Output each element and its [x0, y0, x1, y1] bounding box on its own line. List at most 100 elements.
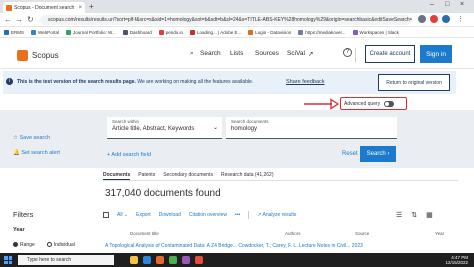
bookmark-item[interactable]: Dashboard [122, 29, 152, 35]
taskbar-apps [130, 256, 203, 264]
back-icon[interactable]: ← [4, 15, 12, 24]
all-dropdown[interactable]: All ⌄ [117, 212, 128, 218]
advanced-query-label: Advanced query [344, 100, 381, 107]
bookmark-item[interactable]: https://mediakover... [298, 29, 346, 35]
tab-patents[interactable]: Patents [138, 172, 155, 180]
column-year[interactable]: Year [435, 231, 444, 236]
bookmark-icon [4, 29, 9, 35]
bookmark-icon [158, 29, 164, 35]
search-documents-label: Search documents [231, 119, 269, 124]
bookmark-icon [248, 29, 254, 35]
search-button[interactable]: Search › [360, 146, 396, 162]
url-field[interactable]: scopus.com/results/results.uri?sort=plf-… [40, 15, 412, 25]
address-bar: ← → ↻ scopus.com/results/results.uri?sor… [0, 13, 474, 27]
profile-avatar-icon[interactable] [442, 15, 450, 23]
search-icon[interactable]: ⌕ [190, 50, 194, 58]
nav-sources[interactable]: Sources [255, 50, 279, 57]
result-row[interactable]: A Topological Analysis of Contaminated D… [105, 243, 460, 251]
download-button[interactable]: Download [159, 212, 181, 218]
bookmark-item[interactable]: Journal Portfolio: W... [65, 29, 116, 35]
tab-research-data[interactable]: Research data (41,262) [221, 172, 274, 180]
search-form: ☆ Save search 🔔 Set search alert Search … [0, 110, 474, 168]
maximize-icon[interactable]: □ [445, 1, 449, 8]
browser-menu-icon[interactable]: ⋮ [457, 15, 464, 23]
tab-secondary-documents[interactable]: Secondary documents [163, 172, 213, 180]
radio-selected-icon [13, 242, 18, 248]
export-button[interactable]: Export [136, 212, 150, 218]
tab-documents[interactable]: Documents [103, 172, 131, 180]
test-version-banner: i This is the test version of the search… [3, 71, 456, 94]
extension-icon[interactable] [418, 15, 426, 23]
annotation-arrow-icon [304, 98, 340, 110]
scopus-logo-icon[interactable] [17, 50, 28, 61]
result-tabs: Documents Patents Secondary documents Re… [103, 172, 458, 181]
edge-icon[interactable] [143, 256, 151, 264]
save-search-link[interactable]: ☆ Save search [13, 135, 50, 141]
column-authors[interactable]: Authors [285, 231, 301, 236]
sign-in-button[interactable]: Sign in [420, 45, 452, 63]
windows-taskbar: Type here to search 4:47 PM 12/15/2022 [0, 253, 474, 267]
toggle-switch[interactable] [384, 100, 395, 107]
bookmark-item[interactable]: Workspaces | Slack [352, 29, 399, 35]
bookmark-icon [122, 29, 128, 35]
reload-icon[interactable]: ↻ [27, 15, 34, 24]
list-view-icon[interactable]: ☰ [396, 211, 402, 219]
add-search-field-button[interactable]: + Add search field [107, 152, 151, 158]
results-count: 317,040 documents found [105, 188, 221, 199]
bookmark-item[interactable]: pendo.io [158, 29, 183, 35]
system-clock[interactable]: 4:47 PM 12/15/2022 [400, 255, 468, 265]
taskbar-search-input[interactable]: Type here to search [18, 255, 114, 265]
browser-tab-bar: Scopus - Document search resul × + – □ × [0, 0, 474, 13]
external-link-icon: ↗ [308, 51, 314, 58]
return-original-button[interactable]: Return to original version [378, 74, 450, 91]
column-source[interactable]: Source [355, 231, 369, 236]
citation-overview-button[interactable]: Citation overview [189, 212, 227, 218]
browser-tab[interactable]: Scopus - Document search resul × [3, 2, 85, 13]
bookmark-item[interactable]: Loading... | Adobe E... [190, 29, 241, 35]
analyze-results-button[interactable]: ↗ Analyze results [257, 212, 296, 218]
set-alert-link[interactable]: 🔔 Set search alert [13, 150, 60, 156]
create-account-button[interactable]: Create account [365, 45, 415, 63]
select-all-checkbox[interactable] [103, 212, 109, 218]
file-explorer-icon[interactable] [130, 256, 138, 264]
close-tab-icon[interactable]: × [78, 5, 82, 11]
info-icon: i [6, 78, 13, 85]
search-within-select[interactable]: Search within Article title, Abstract, K… [107, 117, 222, 139]
sort-icon[interactable]: ⇅ [411, 211, 417, 219]
year-filter-label: Year [13, 227, 25, 233]
help-icon[interactable]: ? [343, 48, 352, 57]
search-documents-input[interactable]: Search documents homology [226, 117, 397, 139]
extension-red-icon[interactable] [430, 15, 438, 23]
nav-search[interactable]: Search [200, 50, 221, 57]
analyze-icon: ↗ [257, 212, 262, 218]
bookmark-item[interactable]: Login - Datavision [248, 29, 291, 35]
new-tab-icon[interactable]: + [89, 2, 94, 11]
teams-icon[interactable] [182, 256, 190, 264]
advanced-query-toggle[interactable]: Advanced query [340, 97, 407, 110]
bookmark-item[interactable]: ERMS [4, 29, 24, 35]
nav-lists[interactable]: Lists [230, 50, 243, 57]
share-feedback-link[interactable]: Share feedback [286, 79, 325, 85]
brand-name[interactable]: Scopus [32, 51, 59, 60]
individual-radio[interactable]: Individual [46, 242, 75, 248]
grid-view-icon[interactable]: ▦ [426, 211, 433, 219]
header-divider [355, 48, 356, 62]
firefox-icon[interactable] [156, 256, 164, 264]
forward-icon[interactable]: → [15, 15, 23, 24]
radio-empty-icon [46, 242, 52, 248]
bookmark-item[interactable]: WebPortal [31, 29, 59, 35]
toolbar-divider [248, 211, 250, 219]
bookmark-icon [298, 29, 304, 35]
range-radio[interactable]: Range [13, 242, 35, 248]
windows-start-icon[interactable] [4, 256, 12, 264]
search-within-value: Article title, Abstract, Keywords [112, 126, 195, 132]
reset-button[interactable]: Reset [342, 151, 358, 157]
window-close-icon[interactable]: × [460, 1, 464, 8]
minimize-icon[interactable]: – [430, 1, 434, 8]
outlook-icon[interactable] [195, 256, 203, 264]
nav-scival[interactable]: SciVal [287, 50, 305, 57]
search-within-label: Search within [112, 119, 140, 124]
column-document-title[interactable]: Document title [130, 231, 159, 236]
more-options-button[interactable]: ••• [235, 212, 240, 218]
chrome-icon[interactable] [169, 256, 177, 264]
